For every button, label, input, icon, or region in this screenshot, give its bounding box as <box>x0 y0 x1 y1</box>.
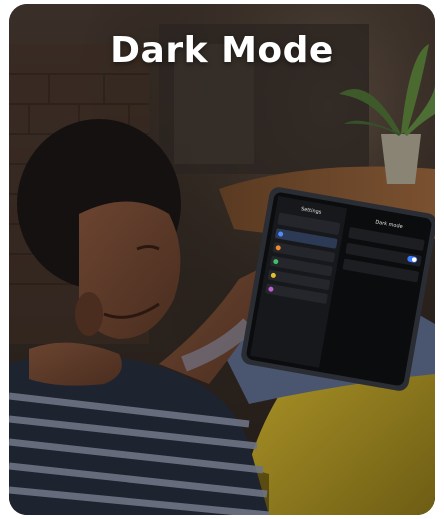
banner-title: Dark Mode <box>110 30 334 71</box>
promo-card: Settings Dark mode Dark Mode <box>9 4 435 515</box>
scene-illustration: Settings Dark mode <box>9 4 435 515</box>
tablet-device: Settings Dark mode <box>241 187 435 391</box>
